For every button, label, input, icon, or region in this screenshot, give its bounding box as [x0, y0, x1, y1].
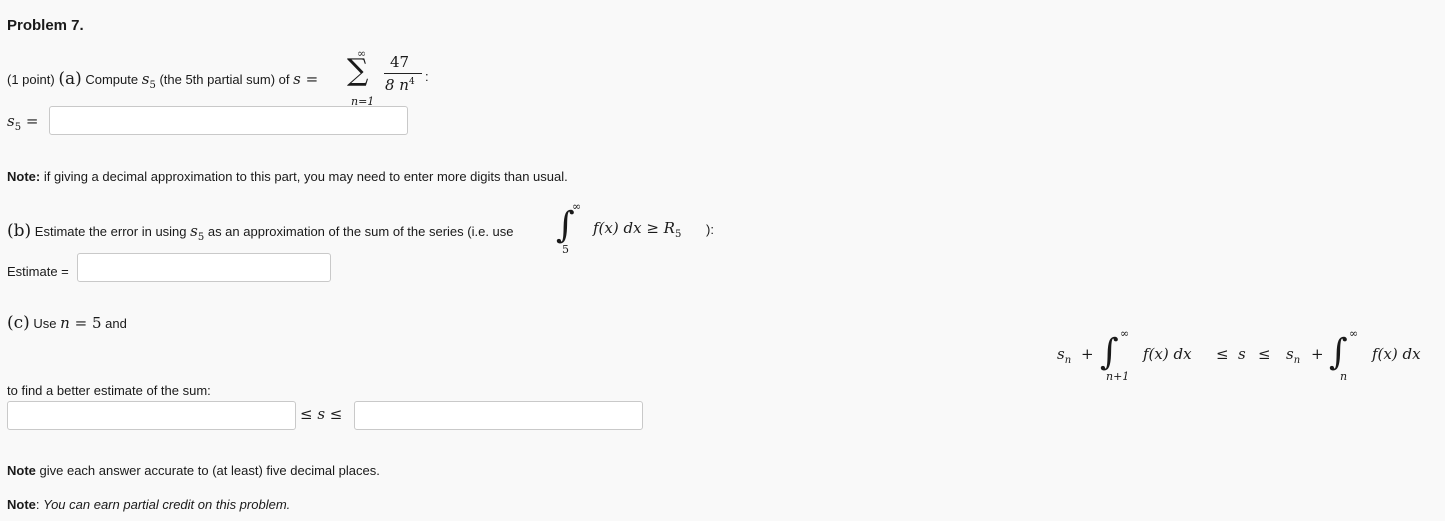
formula-leq-1: ≤: [1216, 345, 1229, 363]
find-estimate-text: to find a better estimate of the sum:: [7, 383, 211, 398]
part-b-statement: (b) Estimate the error in using s5 as an…: [7, 221, 514, 243]
integral-c2-body: f(x) dx: [1372, 345, 1421, 363]
formula-sn-left: sn: [1057, 345, 1072, 366]
integral-b-lower: 5: [562, 243, 569, 256]
fraction-bar: [384, 73, 422, 74]
accuracy-note: Note give each answer accurate to (at le…: [7, 463, 380, 478]
integral-c2-lower: n: [1340, 370, 1348, 383]
problem-title: Problem 7.: [7, 17, 84, 34]
fraction-numerator: 47: [390, 53, 410, 71]
part-b-label: (b): [7, 221, 32, 241]
integral-c2-upper: ∞: [1349, 327, 1359, 340]
points-label: (1 point): [7, 72, 55, 87]
part-a-label: (a): [58, 69, 82, 89]
partial-sum-text: (the 5th partial sum) of: [159, 72, 290, 87]
formula-plus-2: +: [1311, 345, 1324, 363]
part-c-statement: (c) Use n = 5 and: [7, 313, 127, 333]
formula-leq-2: ≤: [1258, 345, 1271, 363]
fraction-denominator: 8 n4: [385, 76, 415, 94]
part-c-label: (c): [7, 313, 30, 333]
colon: :: [425, 69, 429, 84]
between-symbols: ≤ s ≤: [300, 405, 343, 423]
upper-bound-input[interactable]: [354, 401, 643, 430]
integral-b-body: f(x) dx ≥ R5: [593, 219, 682, 240]
integral-c1-lower: n+1: [1106, 370, 1130, 383]
decimal-note: Note: if giving a decimal approximation …: [7, 169, 568, 184]
s5-answer-input[interactable]: [49, 106, 408, 135]
estimate-label: Estimate =: [7, 264, 69, 279]
integral-sign-c2: ∫: [1329, 332, 1348, 373]
integral-b-upper: ∞: [572, 200, 582, 213]
s-equals: s =: [293, 70, 319, 88]
integral-c1-upper: ∞: [1120, 327, 1130, 340]
formula-plus-1: +: [1081, 345, 1094, 363]
integral-c1-body: f(x) dx: [1143, 345, 1192, 363]
s5-answer-label: s5 =: [7, 112, 39, 133]
formula-s: s: [1238, 345, 1246, 363]
partial-credit-note: Note: You can earn partial credit on thi…: [7, 497, 291, 512]
lower-bound-input[interactable]: [7, 401, 296, 430]
s5-var: s5: [141, 70, 156, 91]
part-a-statement: (1 point) (a) Compute s5 (the 5th partia…: [7, 69, 318, 91]
part-b-close: ):: [706, 222, 714, 237]
formula-sn-right: sn: [1286, 345, 1301, 366]
estimate-input[interactable]: [77, 253, 331, 282]
integral-sign-c1: ∫: [1100, 332, 1119, 373]
sum-symbol: ∑: [347, 53, 369, 88]
compute-text: Compute: [85, 72, 139, 87]
